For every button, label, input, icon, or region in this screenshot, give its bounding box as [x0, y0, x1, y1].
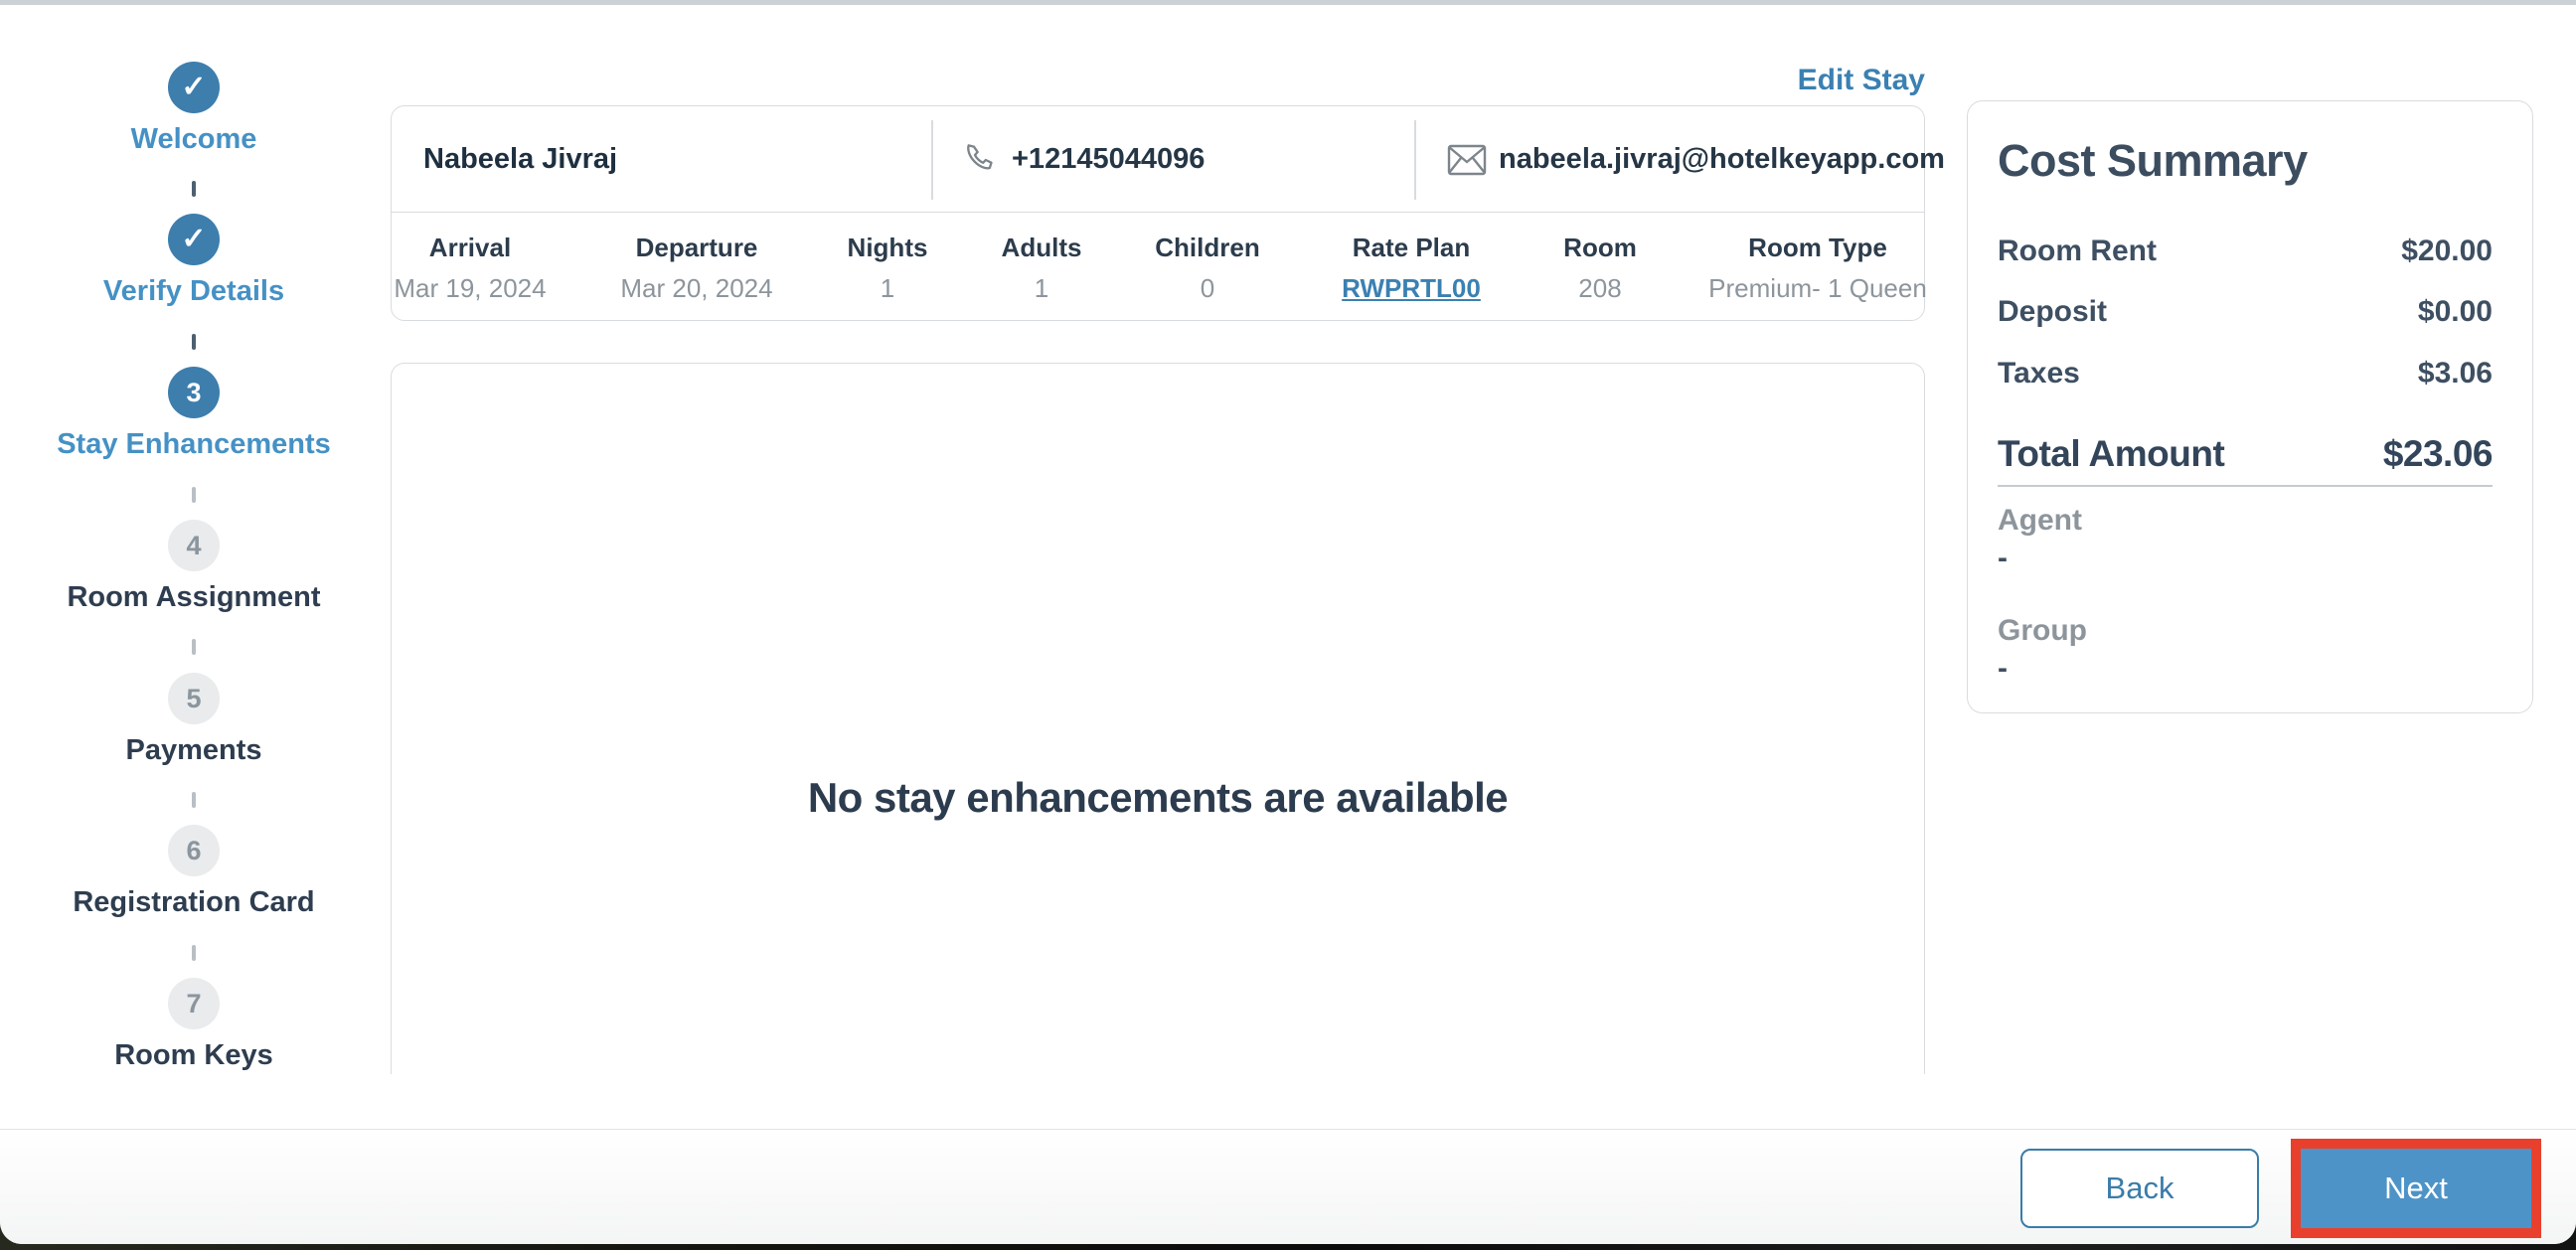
stay-col-value: 1 — [1034, 273, 1049, 303]
agent-label: Agent — [1998, 504, 2082, 537]
stay-col-room: Room 208 — [1563, 213, 1637, 304]
stay-col-arrival: Arrival Mar 19, 2024 — [394, 213, 546, 304]
back-button[interactable]: Back — [2020, 1149, 2259, 1228]
empty-state-message: No stay enhancements are available — [807, 774, 1509, 821]
step-circle-stay-enhancements[interactable]: 3 — [168, 367, 220, 418]
cost-row-label: Room Rent — [1998, 234, 2157, 267]
step-circle-room-assignment[interactable]: 4 — [168, 520, 220, 571]
step-number: 7 — [186, 988, 202, 1018]
step-connector — [192, 181, 196, 197]
step-circle-welcome[interactable]: ✓ — [168, 62, 220, 113]
guest-phone: +12145044096 — [960, 106, 1205, 213]
step-circle-room-keys[interactable]: 7 — [168, 978, 220, 1029]
cost-row-taxes: Taxes $3.06 — [1998, 357, 2493, 391]
cost-row-value: $20.00 — [2401, 234, 2493, 267]
guest-name: Nabeela Jivraj — [423, 143, 618, 175]
agent-value: - — [1998, 542, 2008, 574]
stay-col-value: 1 — [880, 273, 895, 303]
stay-col-departure: Departure Mar 20, 2024 — [620, 213, 772, 304]
stay-details-row: Arrival Mar 19, 2024 Departure Mar 20, 2… — [392, 213, 1927, 322]
cost-row-deposit: Deposit $0.00 — [1998, 295, 2493, 329]
stay-col-header: Arrival — [428, 233, 512, 262]
window-top-strip — [0, 0, 2576, 5]
stay-col-header: Departure — [635, 233, 758, 262]
step-connector — [192, 639, 196, 655]
stay-col-value: 208 — [1578, 273, 1622, 303]
app-window: ✓ Welcome ✓ Verify Details 3 Stay Enhanc… — [0, 0, 2576, 1244]
cost-total-row: Total Amount $23.06 — [1998, 433, 2494, 475]
step-number: 6 — [186, 835, 202, 865]
step-number: 5 — [186, 683, 202, 713]
stay-col-value: Premium- 1 Queen — [1708, 273, 1927, 303]
cost-total-label: Total Amount — [1998, 433, 2225, 474]
guest-contact-row: Nabeela Jivraj +12145044096 nabeela.jivr… — [392, 106, 1945, 213]
cost-summary-card: Cost Summary Room Rent $20.00 Deposit $0… — [1967, 100, 2533, 713]
step-number: 3 — [186, 377, 202, 407]
cost-row-value: $3.06 — [2417, 357, 2493, 390]
step-number: 4 — [186, 530, 202, 560]
email-icon — [1447, 144, 1487, 176]
stay-col-value: Mar 20, 2024 — [620, 273, 773, 303]
group-label: Group — [1998, 614, 2087, 647]
step-connector — [192, 792, 196, 808]
stay-col-value: 0 — [1200, 273, 1215, 303]
guest-info-card: Nabeela Jivraj +12145044096 nabeela.jivr… — [391, 105, 1945, 322]
guest-email: nabeela.jivraj@hotelkeyapp.com — [1447, 106, 1945, 213]
group-value: - — [1998, 652, 2008, 685]
next-button[interactable]: Next — [2301, 1149, 2531, 1228]
stay-col-header: Children — [1155, 233, 1260, 262]
edit-stay-link[interactable]: Edit Stay — [1798, 64, 1925, 97]
step-label-welcome[interactable]: Welcome — [15, 123, 373, 155]
guest-email-text: nabeela.jivraj@hotelkeyapp.com — [1499, 143, 1945, 175]
step-connector — [192, 487, 196, 503]
step-label-room-assignment[interactable]: Room Assignment — [15, 581, 373, 613]
divider — [931, 120, 933, 200]
stay-col-adults: Adults 1 — [1002, 213, 1082, 304]
divider — [1998, 485, 2493, 487]
footer-bar: Back Next — [0, 1129, 2576, 1244]
stay-enhancements-panel: No stay enhancements are available — [391, 363, 1925, 1074]
step-circle-registration-card[interactable]: 6 — [168, 825, 220, 876]
check-icon: ✓ — [181, 71, 207, 103]
stay-col-header: Room — [1563, 233, 1637, 262]
cost-row-room-rent: Room Rent $20.00 — [1998, 234, 2493, 268]
step-label-registration-card[interactable]: Registration Card — [15, 886, 373, 918]
step-circle-payments[interactable]: 5 — [168, 673, 220, 724]
step-label-verify-details[interactable]: Verify Details — [15, 275, 373, 307]
step-label-stay-enhancements[interactable]: Stay Enhancements — [15, 428, 373, 460]
cost-summary-title: Cost Summary — [1998, 135, 2308, 186]
stay-col-header: Room Type — [1748, 233, 1887, 262]
phone-icon — [960, 140, 1000, 180]
stay-col-room-type: Room Type Premium- 1 Queen — [1708, 213, 1927, 304]
stay-col-nights: Nights 1 — [848, 213, 928, 304]
check-icon: ✓ — [181, 223, 207, 255]
step-circle-verify-details[interactable]: ✓ — [168, 214, 220, 265]
cost-total-value: $23.06 — [2382, 433, 2494, 474]
rate-plan-link[interactable]: RWPRTL00 — [1342, 273, 1481, 304]
stay-col-header: Rate Plan — [1352, 233, 1471, 262]
stay-col-rate-plan: Rate Plan RWPRTL00 — [1342, 213, 1481, 304]
cost-row-label: Taxes — [1998, 357, 2080, 390]
next-button-highlight: Next — [2291, 1139, 2541, 1238]
cost-row-label: Deposit — [1998, 295, 2108, 328]
step-connector — [192, 945, 196, 961]
divider — [1414, 120, 1416, 200]
stay-col-value: Mar 19, 2024 — [394, 273, 547, 303]
stay-col-header: Nights — [847, 233, 928, 262]
stay-col-children: Children 0 — [1155, 213, 1259, 304]
stay-col-header: Adults — [1001, 233, 1082, 262]
step-label-room-keys[interactable]: Room Keys — [15, 1039, 373, 1071]
guest-phone-text: +12145044096 — [1012, 143, 1206, 175]
step-connector — [192, 334, 196, 350]
cost-row-value: $0.00 — [2417, 295, 2493, 328]
step-label-payments[interactable]: Payments — [15, 734, 373, 766]
